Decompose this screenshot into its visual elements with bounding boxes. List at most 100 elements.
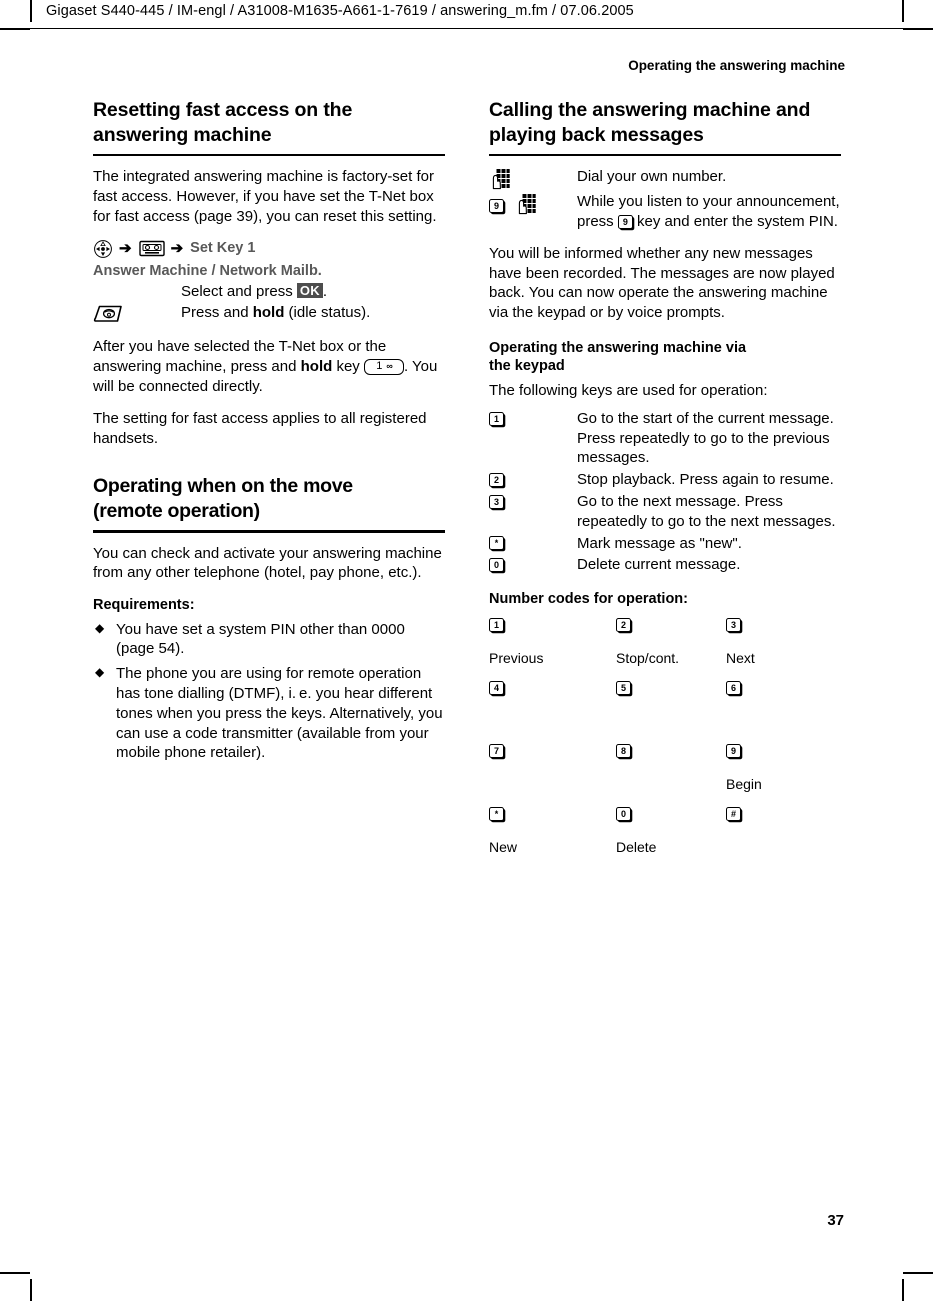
- step-row: * Mark message as "new".: [489, 534, 841, 554]
- subheading-operating-via-keypad: Operating the answering machine via the …: [489, 339, 841, 376]
- grid-key-cell: 3: [726, 615, 841, 647]
- ok-softkey[interactable]: OK: [296, 283, 323, 299]
- section2-title-line1: Operating when on the move: [93, 475, 353, 498]
- requirements-heading: Requirements:: [93, 597, 195, 614]
- grid-label-empty: [726, 710, 841, 741]
- grid-key-cell: 9: [726, 741, 841, 773]
- grid-key-cell: 7: [489, 741, 616, 773]
- step-icon-cell: 1: [489, 409, 577, 428]
- grid-key-cell: 4: [489, 678, 616, 710]
- step-icon-cell: 3: [489, 492, 577, 511]
- header-rule: [0, 28, 933, 30]
- step-icon-cell: 2: [489, 470, 577, 489]
- step-row: 0 Delete current message.: [489, 555, 841, 575]
- page-number: 37: [827, 1212, 844, 1229]
- step-row: Dial your own number.: [489, 167, 841, 190]
- key-9-icon: 9: [726, 744, 741, 759]
- crop-mark-bottom-left-vertical: [30, 1279, 32, 1301]
- menu-item-set-key-1[interactable]: Set Key 1: [190, 240, 255, 256]
- requirement-item: The phone you are using for remote opera…: [93, 663, 445, 763]
- step-row: 2 Stop playback. Press again to resume.: [489, 470, 841, 490]
- step-text-after: .: [322, 282, 327, 300]
- grid-key-cell: *: [489, 804, 616, 836]
- menu-path: ➔ ➔ Set Key 1: [93, 239, 445, 258]
- answering-machine-cassette-icon: [138, 240, 165, 257]
- keypad-intro-paragraph: The following keys are used for operatio…: [489, 381, 768, 399]
- right-column: Calling the answering machine and playin…: [489, 98, 841, 867]
- step-icon-cell: [93, 282, 181, 283]
- step-row: Press and hold (idle status).: [93, 303, 445, 325]
- navigation-key-icon: [93, 239, 112, 258]
- key-3-icon: 3: [489, 494, 504, 509]
- step-icon-cell: [489, 167, 577, 190]
- number-codes-heading: Number codes for operation:: [489, 591, 688, 608]
- left-column: Resetting fast access on the answering m…: [93, 98, 445, 774]
- section2-title-line2: (remote operation): [93, 500, 260, 523]
- crop-mark-bottom-left-horizontal: [0, 1272, 30, 1274]
- menu-options-line[interactable]: Answer Machine / Network Mailb.: [93, 262, 445, 281]
- key-2-icon: 2: [489, 472, 504, 487]
- section-title-resetting-fast-access: Resetting fast access on the answering m…: [93, 98, 445, 148]
- key-4-icon: 4: [489, 681, 504, 696]
- crop-mark-top-left-vertical: [30, 0, 32, 22]
- key-1-symbol: ∞: [386, 361, 393, 372]
- key-1-icon: 1 ∞: [363, 359, 404, 376]
- remote-intro-paragraph: You can check and activate your answerin…: [93, 544, 442, 582]
- step-description: Go to the next message. Press repeatedly…: [577, 492, 836, 530]
- step-text-part2: key and enter the system PIN.: [632, 212, 838, 230]
- key-9-inline-icon: 9: [617, 215, 633, 230]
- grid-label-next: Next: [726, 649, 755, 666]
- step-description: Stop playback. Press again to resume.: [577, 471, 834, 489]
- step-description: Delete current message.: [577, 556, 741, 574]
- intro-paragraph: The integrated answering machine is fact…: [93, 168, 437, 225]
- path-arrow-2: ➔: [170, 239, 184, 257]
- step-icon-cell: [93, 303, 181, 325]
- calling-step-list: Dial your own number. 9 While you listen…: [489, 167, 841, 232]
- key-1-icon: 1: [489, 411, 504, 426]
- step-icon-cell: 0: [489, 555, 577, 574]
- crop-mark-bottom-right-vertical: [902, 1279, 904, 1301]
- keypad-key-list: 1 Go to the start of the current message…: [489, 409, 841, 575]
- step-icon-cell: *: [489, 534, 577, 553]
- key-7-icon: 7: [489, 744, 504, 759]
- section-title-remote-operation: Operating when on the move (remote opera…: [93, 474, 445, 524]
- keypad-hand-icon: [515, 193, 537, 215]
- key-star-icon: *: [489, 807, 504, 822]
- keypad-hand-icon: [489, 168, 510, 190]
- key-0-icon: 0: [616, 807, 631, 822]
- step-row: Select and press OK.: [93, 282, 445, 302]
- grid-key-cell: 2: [616, 615, 726, 647]
- grid-label-empty: [616, 710, 726, 741]
- key-star-icon: *: [489, 536, 504, 551]
- grid-label-delete: Delete: [616, 838, 657, 855]
- running-header: Gigaset S440-445 / IM-engl / A31008-M163…: [46, 3, 634, 19]
- grid-key-cell: #: [726, 804, 841, 836]
- section2-rule: [93, 530, 445, 533]
- step-text-bold: hold: [252, 304, 285, 322]
- section-rule: [93, 154, 445, 157]
- step-text-before: Press and: [181, 304, 253, 322]
- step-text-before: Select and press: [181, 282, 297, 300]
- subheading-line1: Operating the answering machine via: [489, 339, 747, 356]
- para-bold-hold: hold: [300, 358, 333, 376]
- paragraph-after-selection: After you have selected the T-Net box or…: [93, 337, 445, 396]
- grid-label-stop-cont: Stop/cont.: [616, 649, 680, 666]
- key-9-icon: 9: [489, 198, 504, 213]
- section-title-calling-answering-machine: Calling the answering machine and playin…: [489, 98, 841, 148]
- grid-key-cell: 8: [616, 741, 726, 773]
- grid-label-empty: [726, 836, 841, 867]
- grid-label-previous: Previous: [489, 649, 544, 666]
- grid-label-empty: [616, 773, 726, 804]
- crop-mark-top-right-vertical: [902, 0, 904, 22]
- step-list: Select and press OK. Press and hold (idl…: [93, 282, 445, 326]
- document-page: Gigaset S440-445 / IM-engl / A31008-M163…: [0, 0, 933, 1301]
- right-section-rule: [489, 154, 841, 157]
- number-codes-grid: 1 2 3 Previous Stop/cont. Next 4 5 6 7 8…: [489, 615, 841, 867]
- key-1-number: 1: [376, 360, 383, 373]
- section-title-line2: answering machine: [93, 124, 272, 146]
- right-title-line1: Calling the answering machine and: [489, 99, 811, 121]
- step-description: Select and press OK.: [181, 282, 445, 302]
- key-8-icon: 8: [616, 744, 631, 759]
- step-row: 1 Go to the start of the current message…: [489, 409, 841, 468]
- key-6-icon: 6: [726, 681, 741, 696]
